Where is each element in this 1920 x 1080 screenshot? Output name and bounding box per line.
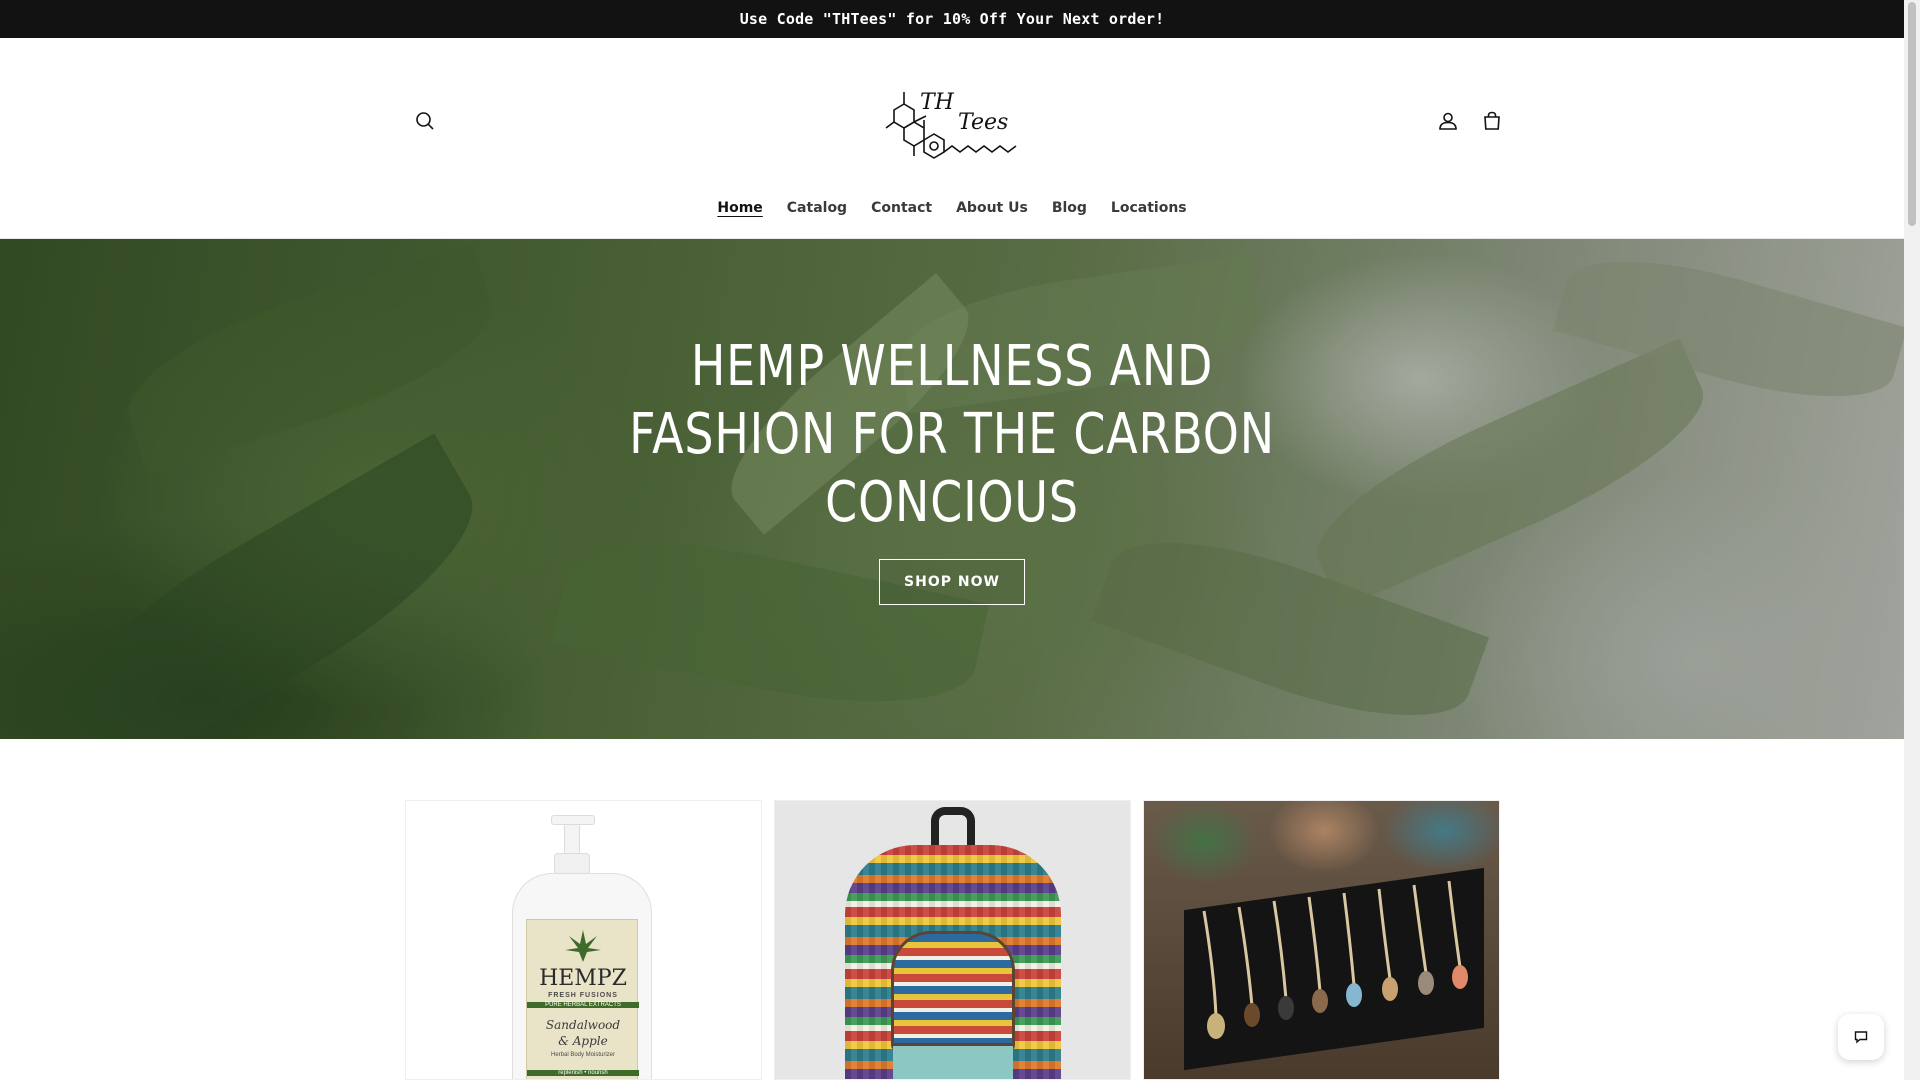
scrollbar-thumb[interactable]	[1908, 2, 1916, 226]
hempz-lotion-image: HEMPZ FRESH FUSIONS PURE HERBAL EXTRACTS…	[406, 801, 761, 1079]
product-flavor-2: & Apple	[558, 1034, 608, 1048]
user-icon	[1439, 112, 1457, 130]
crystal-necklaces-image	[1144, 801, 1499, 1079]
nav-item-home[interactable]: Home	[705, 198, 774, 218]
shop-now-button[interactable]: SHOP NOW	[879, 559, 1025, 605]
announcement-bar: Use Code "THTees" for 10% Off Your Next …	[0, 0, 1904, 38]
nav-item-blog[interactable]: Blog	[1040, 198, 1099, 218]
product-card[interactable]	[774, 800, 1131, 1080]
nav-item-catalog[interactable]: Catalog	[775, 198, 859, 218]
logo-text-th: TH	[920, 90, 954, 115]
logo-text-tees: Tees	[958, 110, 1009, 135]
nav-item-contact[interactable]: Contact	[859, 198, 944, 218]
nav-item-locations[interactable]: Locations	[1099, 198, 1199, 218]
site-header: TH Tees Home Catalog Contact About Us Bl…	[0, 38, 1904, 239]
hero-content: HEMP WELLNESS AND FASHION FOR THE CARBON…	[0, 239, 1904, 739]
product-tag: replenish • nourish	[527, 1070, 639, 1076]
hemp-backpack-image	[775, 801, 1130, 1079]
cannabis-leaf-icon	[563, 926, 603, 966]
featured-collection: HEMPZ FRESH FUSIONS PURE HERBAL EXTRACTS…	[405, 800, 1501, 1080]
chat-icon	[1854, 1031, 1868, 1044]
chat-button[interactable]	[1838, 1014, 1884, 1060]
product-card[interactable]: HEMPZ FRESH FUSIONS PURE HERBAL EXTRACTS…	[405, 800, 762, 1080]
cart-button[interactable]	[1472, 101, 1512, 141]
search-button[interactable]	[405, 101, 445, 141]
product-line: FRESH FUSIONS	[548, 992, 618, 999]
nav-item-about-us[interactable]: About Us	[944, 198, 1040, 218]
product-desc: Herbal Body Moisturizer	[550, 1052, 616, 1058]
hero-title: HEMP WELLNESS AND FASHION FOR THE CARBON…	[629, 334, 1275, 535]
announcement-text: Use Code "THTees" for 10% Off Your Next …	[739, 10, 1165, 28]
account-button[interactable]	[1428, 101, 1468, 141]
search-icon	[416, 112, 434, 130]
site-logo[interactable]: TH Tees	[880, 80, 1030, 164]
brand-name: HEMPZ	[539, 966, 627, 991]
page-scrollbar[interactable]	[1904, 0, 1920, 1080]
product-flavor-1: Sandalwood	[545, 1018, 621, 1032]
bag-icon	[1484, 111, 1500, 130]
main-nav: Home Catalog Contact About Us Blog Locat…	[0, 198, 1904, 218]
hero-banner: HEMP WELLNESS AND FASHION FOR THE CARBON…	[0, 239, 1904, 739]
product-sub: PURE HERBAL EXTRACTS	[527, 1002, 639, 1008]
product-card[interactable]	[1143, 800, 1500, 1080]
